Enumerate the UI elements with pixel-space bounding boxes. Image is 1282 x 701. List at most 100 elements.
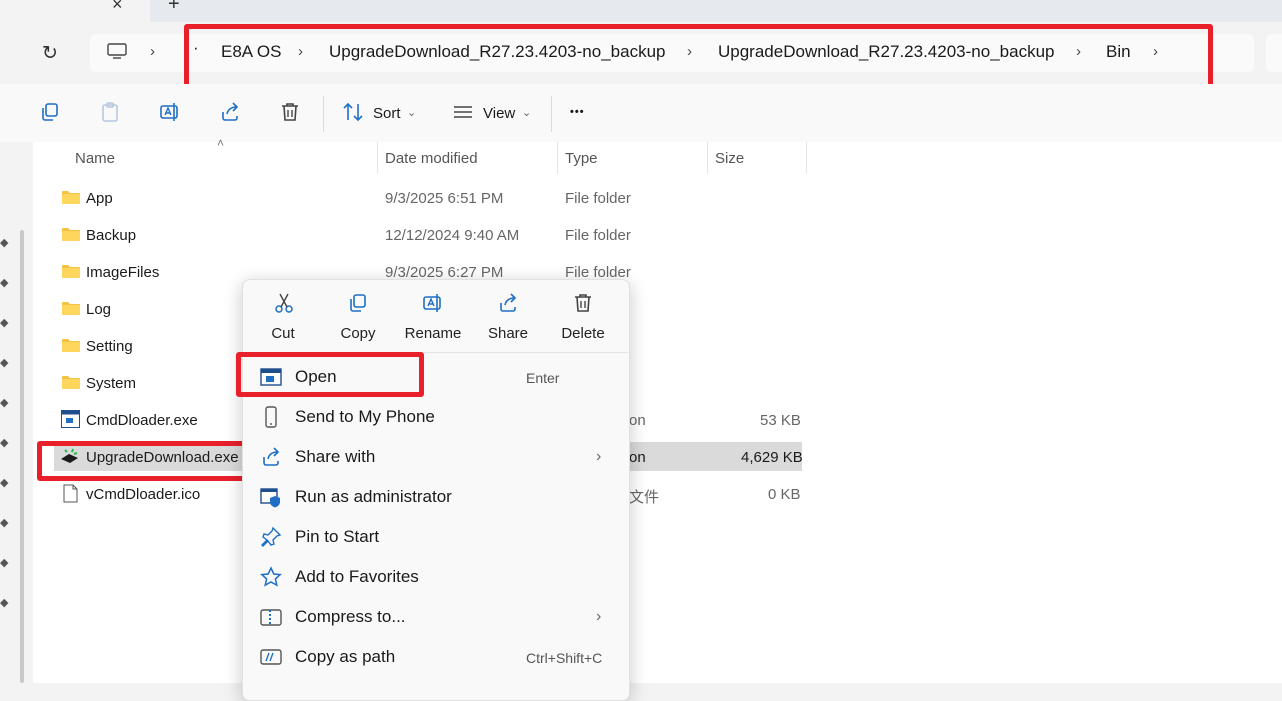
copy-path-icon <box>260 649 282 665</box>
computer-icon[interactable] <box>107 43 127 59</box>
more-options-icon[interactable]: ••• <box>570 106 585 118</box>
folder-icon <box>62 302 80 315</box>
file-name: Backup <box>86 227 137 244</box>
chevron-down-icon[interactable]: ⌄ <box>407 106 416 119</box>
copy-icon[interactable] <box>347 292 369 314</box>
folder-icon <box>62 191 80 204</box>
file-name: vCmdDloader.ico <box>86 486 201 503</box>
sort-ascending-icon: ˄ <box>217 136 225 150</box>
share-icon[interactable] <box>497 292 519 314</box>
file-type: 文件 <box>629 489 660 506</box>
pin-icon: ◆ <box>0 597 9 609</box>
share-icon[interactable] <box>219 101 241 123</box>
menu-item-label: Send to My Phone <box>295 407 435 426</box>
column-divider[interactable] <box>557 142 558 174</box>
search-input[interactable] <box>1266 34 1282 72</box>
breadcrumb-separator-icon: › <box>150 43 155 60</box>
pin-icon: ◆ <box>0 317 9 329</box>
star-icon <box>260 566 282 587</box>
cut-icon[interactable] <box>273 292 295 314</box>
file-type: on <box>629 412 646 429</box>
file-date: 12/12/2024 9:40 AM <box>385 227 520 244</box>
menu-item-label: Copy as path <box>295 647 396 666</box>
menu-item-label: Add to Favorites <box>295 567 419 586</box>
file-type: File folder <box>565 190 631 207</box>
copy-icon[interactable] <box>39 101 61 123</box>
paste-icon[interactable] <box>99 101 121 123</box>
file-type: on <box>629 449 646 466</box>
share-icon <box>263 447 280 466</box>
delete-icon[interactable] <box>279 101 301 123</box>
highlight-box-file <box>37 441 264 481</box>
column-divider[interactable] <box>806 142 807 174</box>
cut-button[interactable]: Cut <box>248 325 318 342</box>
nav-scrollbar[interactable] <box>20 230 24 683</box>
phone-icon <box>265 406 277 428</box>
delete-icon[interactable] <box>572 292 594 314</box>
file-icon <box>63 484 78 503</box>
file-name: CmdDloader.exe <box>86 412 198 429</box>
menu-item-label: Run as administrator <box>295 487 452 506</box>
file-list <box>33 142 1282 683</box>
column-header-type[interactable]: Type <box>565 150 598 167</box>
menu-item-label: Pin to Start <box>295 527 380 546</box>
column-header-name[interactable]: Name <box>75 150 115 167</box>
file-size: 4,629 KB <box>741 449 803 466</box>
zip-folder-icon <box>260 609 282 626</box>
pin-icon: ◆ <box>0 237 9 249</box>
refresh-icon[interactable]: ↻ <box>42 42 58 65</box>
sort-icon[interactable] <box>342 101 364 123</box>
folder-icon <box>62 339 80 352</box>
folder-icon <box>62 265 80 278</box>
chevron-down-icon[interactable]: ⌄ <box>522 106 531 119</box>
file-date: 9/3/2025 6:51 PM <box>385 190 504 207</box>
view-icon[interactable] <box>452 101 474 123</box>
delete-button[interactable]: Delete <box>548 325 618 342</box>
pin-icon: ◆ <box>0 277 9 289</box>
rename-icon[interactable] <box>159 101 181 123</box>
chevron-right-icon: › <box>596 608 602 625</box>
menu-item-label: Compress to... <box>295 607 406 626</box>
sort-button[interactable]: Sort <box>373 105 401 122</box>
column-header-size[interactable]: Size <box>715 150 744 167</box>
menu-item-shortcut: Ctrl+Shift+C <box>526 650 603 666</box>
pin-icon <box>261 526 282 547</box>
chevron-right-icon: › <box>596 448 602 465</box>
new-tab-icon[interactable]: + <box>168 0 180 16</box>
toolbar-divider <box>323 96 324 132</box>
pin-icon: ◆ <box>0 557 9 569</box>
file-name: System <box>86 375 137 392</box>
highlight-box-open <box>236 352 424 397</box>
tab-active[interactable] <box>0 0 150 22</box>
file-name: ImageFiles <box>86 264 160 281</box>
command-bar <box>0 84 1282 143</box>
share-button[interactable]: Share <box>473 325 543 342</box>
tab-strip <box>0 0 1282 22</box>
column-divider[interactable] <box>377 142 378 174</box>
exe-icon <box>61 410 80 428</box>
pin-icon: ◆ <box>0 477 9 489</box>
rename-icon[interactable] <box>422 292 444 314</box>
column-divider[interactable] <box>707 142 708 174</box>
pin-icon: ◆ <box>0 397 9 409</box>
file-name: Setting <box>86 338 133 355</box>
rename-button[interactable]: Rename <box>398 325 468 342</box>
view-button[interactable]: View <box>483 105 515 122</box>
folder-icon <box>62 376 80 389</box>
file-size: 0 KB <box>768 486 801 503</box>
menu-item-label: Share with <box>295 447 376 466</box>
file-name: App <box>86 190 113 207</box>
pin-icon: ◆ <box>0 437 9 449</box>
file-type: File folder <box>565 227 631 244</box>
close-tab-icon[interactable]: × <box>112 0 123 15</box>
menu-item-shortcut: Enter <box>526 370 560 386</box>
pin-icon: ◆ <box>0 517 9 529</box>
pin-icon: ◆ <box>0 357 9 369</box>
copy-button[interactable]: Copy <box>323 325 393 342</box>
shield-icon <box>260 488 280 508</box>
column-header-date[interactable]: Date modified <box>385 150 478 167</box>
toolbar-divider <box>551 96 552 132</box>
folder-icon <box>62 228 80 241</box>
file-size: 53 KB <box>760 412 801 429</box>
file-name: Log <box>86 301 112 318</box>
